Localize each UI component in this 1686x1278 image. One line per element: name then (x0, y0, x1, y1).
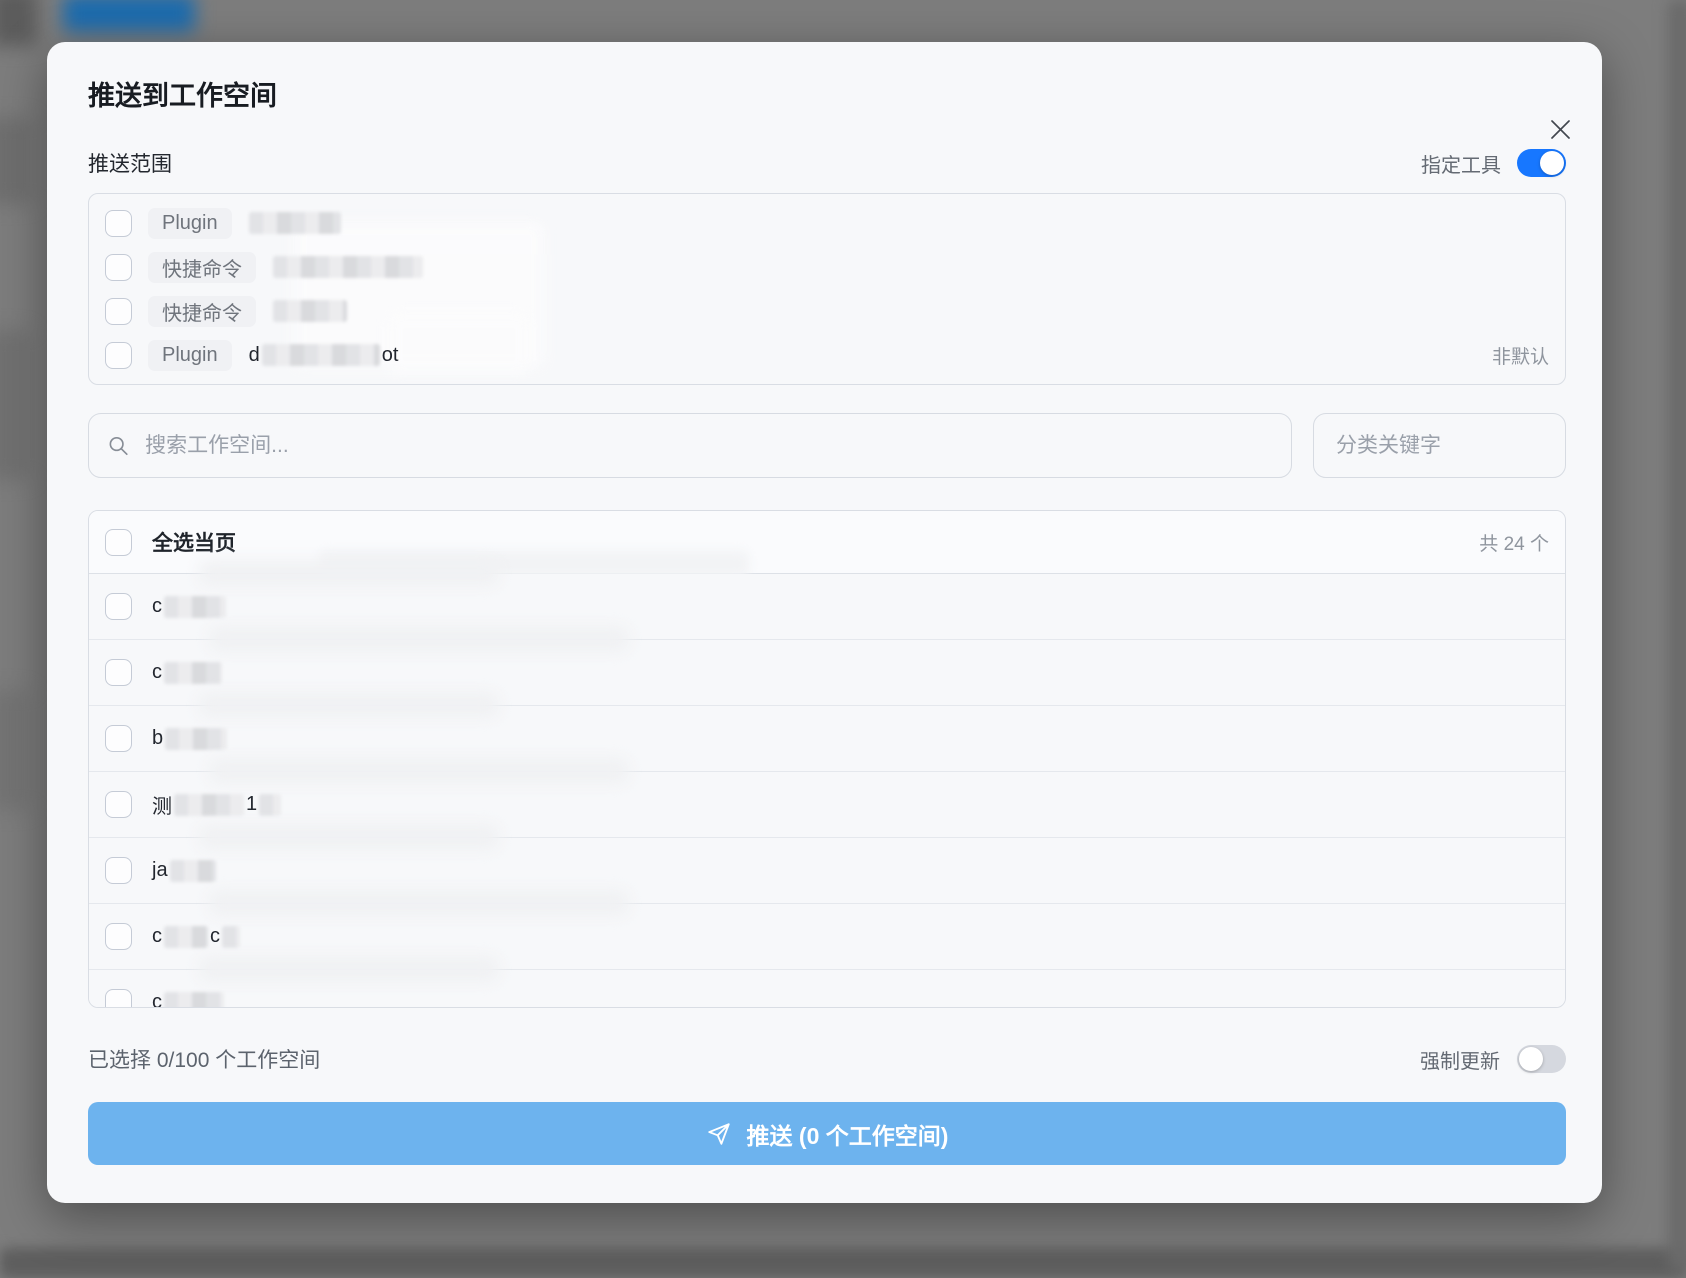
workspace-name: c (152, 991, 224, 1008)
redaction-blur (262, 344, 380, 366)
tool-checkbox[interactable] (105, 254, 132, 281)
select-all-checkbox[interactable] (105, 529, 132, 556)
tool-name: d ot (249, 344, 399, 367)
redaction-blur (165, 728, 227, 750)
workspace-name: b (152, 727, 227, 750)
tool-checkbox[interactable] (105, 342, 132, 369)
redaction-blur (222, 926, 240, 948)
workspace-checkbox[interactable] (105, 857, 132, 884)
category-keyword-input[interactable] (1334, 433, 1545, 459)
workspace-row[interactable]: b (89, 706, 1565, 772)
tool-checkbox[interactable] (105, 210, 132, 237)
tool-type-badge: Plugin (148, 208, 232, 239)
workspace-row[interactable]: c (89, 970, 1565, 1008)
redaction-blur (249, 212, 341, 234)
background-blurred-element (0, 118, 32, 204)
workspace-name: c (152, 595, 226, 618)
redacted-name-fragment: d (249, 344, 260, 367)
workspace-row[interactable]: 测1 (89, 772, 1565, 838)
push-button[interactable]: 推送 (0 个工作空间) (88, 1102, 1566, 1165)
category-keyword-field[interactable] (1313, 413, 1566, 478)
redaction-blur (164, 926, 208, 948)
redacted-name-fragment: ot (382, 344, 399, 367)
specify-tools-label: 指定工具 (1421, 149, 1501, 178)
redacted-name-fragment: b (152, 727, 163, 750)
background-blurred-button (63, 0, 195, 32)
page-background: { "colors": { "accent_blue": "#1777ff", … (0, 0, 1686, 1270)
select-all-label: 全选当页 (152, 527, 236, 557)
background-blurred-element (1668, 0, 1686, 1270)
workspace-name: 测1 (152, 790, 281, 819)
workspace-row[interactable]: c (89, 574, 1565, 640)
tool-note: 非默认 (1492, 342, 1549, 369)
tool-row[interactable]: 快捷命令 (105, 246, 1549, 289)
tool-checkbox[interactable] (105, 298, 132, 325)
workspace-row[interactable]: cc (89, 904, 1565, 970)
tool-row[interactable]: 快捷命令 (105, 290, 1549, 333)
redacted-name-fragment: c (152, 661, 162, 684)
redacted-name-fragment: c (152, 595, 162, 618)
force-update-label: 强制更新 (1420, 1045, 1500, 1074)
force-update-toggle[interactable] (1517, 1045, 1566, 1073)
total-count-label: 共 24 个 (1479, 529, 1549, 556)
workspace-checkbox[interactable] (105, 659, 132, 686)
redaction-blur (164, 992, 224, 1009)
redacted-name-fragment: 1 (246, 793, 257, 816)
workspace-checkbox[interactable] (105, 989, 132, 1008)
tool-name (249, 212, 341, 234)
close-icon (1549, 118, 1572, 141)
workspace-search-input[interactable] (143, 433, 1273, 459)
workspace-checkbox[interactable] (105, 923, 132, 950)
workspace-checkbox[interactable] (105, 791, 132, 818)
redacted-name-fragment: c (210, 925, 220, 948)
redaction-blur (259, 794, 281, 816)
push-scope-label: 推送范围 (88, 148, 172, 178)
tool-row[interactable]: Plugin (105, 202, 1549, 245)
redaction-blur (174, 794, 244, 816)
workspace-name: cc (152, 925, 240, 948)
workspace-list-header: 全选当页 共 24 个 (89, 511, 1565, 574)
selected-count-summary: 已选择 0/100 个工作空间 (88, 1044, 320, 1074)
redacted-name-fragment: 测 (152, 790, 172, 819)
background-blurred-element (0, 1248, 1686, 1278)
toggle-knob (1540, 151, 1564, 175)
tool-selection-box: Plugin快捷命令快捷命令Plugindot非默认 (88, 193, 1566, 385)
specify-tools-toggle[interactable] (1517, 149, 1566, 177)
redaction-blur (164, 662, 222, 684)
workspace-name: c (152, 661, 222, 684)
dialog-title: 推送到工作空间 (88, 78, 1566, 115)
tool-row[interactable]: Plugind ot 非默认 (105, 334, 1549, 377)
workspace-row[interactable]: ja (89, 838, 1565, 904)
background-blurred-element (0, 0, 38, 46)
redacted-name-fragment: ja (152, 859, 168, 882)
redaction-blur (273, 256, 423, 278)
push-button-label: 推送 (0 个工作空间) (747, 1117, 949, 1151)
tool-type-badge: 快捷命令 (148, 252, 256, 283)
workspace-checkbox[interactable] (105, 593, 132, 620)
close-button[interactable] (1543, 114, 1577, 144)
redaction-blur (164, 596, 226, 618)
redacted-name-fragment: c (152, 925, 162, 948)
workspace-search-field[interactable] (88, 413, 1292, 478)
tool-type-badge: 快捷命令 (148, 296, 256, 327)
tool-name (273, 256, 423, 278)
toggle-knob (1519, 1047, 1543, 1071)
send-icon (706, 1121, 732, 1147)
background-blurred-element (0, 330, 30, 480)
workspace-list: 全选当页 共 24 个 ccb测1jaccc (88, 510, 1566, 1008)
workspace-row[interactable]: c (89, 640, 1565, 706)
background-blurred-element (0, 690, 30, 810)
search-icon (107, 434, 130, 458)
tool-type-badge: Plugin (148, 340, 232, 371)
redaction-blur (273, 300, 347, 322)
redacted-name-fragment: c (152, 991, 162, 1008)
tool-name (273, 300, 347, 322)
workspace-checkbox[interactable] (105, 725, 132, 752)
redaction-blur (170, 860, 216, 882)
push-to-workspace-dialog: 推送到工作空间 推送范围 指定工具 Plugin快捷命令快捷命令Plugindo… (47, 42, 1602, 1203)
workspace-name: ja (152, 859, 216, 882)
